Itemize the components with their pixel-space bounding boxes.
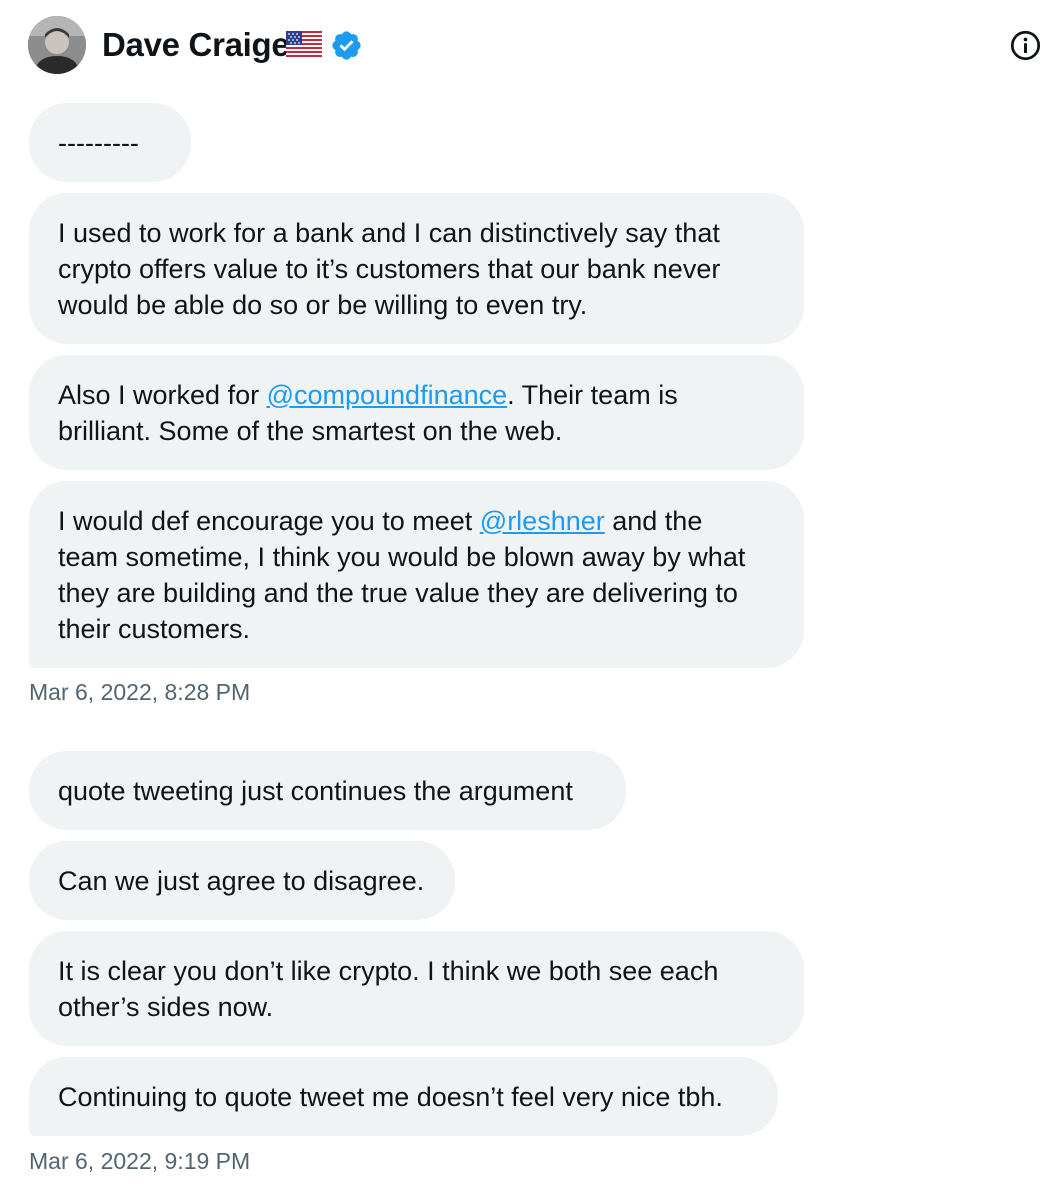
message-bubble[interactable]: Can we just agree to disagree.: [29, 841, 455, 920]
message-text: other’s sides now.: [58, 991, 274, 1022]
message-text: brilliant. Some of the smartest on the w…: [58, 415, 563, 446]
message-text: crypto offers value to it’s customers th…: [58, 253, 721, 284]
message-bubble[interactable]: Continuing to quote tweet me doesn’t fee…: [29, 1057, 778, 1136]
verified-badge-icon[interactable]: [330, 29, 363, 62]
message-text: Continuing to quote tweet me doesn’t fee…: [58, 1081, 723, 1112]
message-text-segment: Also I worked for: [58, 379, 267, 410]
message-bubble[interactable]: I used to work for a bank and I can dist…: [29, 193, 804, 344]
message-text: Also I worked for @compoundfinance. Thei…: [58, 377, 775, 413]
mention-link[interactable]: @rleshner: [480, 506, 605, 536]
message-timestamp: Mar 6, 2022, 8:28 PM: [29, 679, 251, 705]
dm-conversation: Dave Craige --------- I used to work for…: [0, 0, 1051, 1200]
mention-link[interactable]: @compoundfinance: [267, 380, 508, 410]
message-text: team sometime, I think you would be blow…: [58, 541, 746, 572]
contact-name[interactable]: Dave Craige: [102, 24, 290, 66]
message-text: would be able do so or be willing to eve…: [58, 289, 588, 320]
message-timestamp: Mar 6, 2022, 9:19 PM: [29, 1148, 251, 1174]
avatar[interactable]: [28, 16, 86, 74]
message-bubble[interactable]: quote tweeting just continues the argume…: [29, 751, 626, 830]
message-text-segment: I would def encourage you to meet: [58, 505, 480, 536]
message-bubble[interactable]: Also I worked for @compoundfinance. Thei…: [29, 355, 804, 470]
us-flag-icon: [286, 31, 322, 57]
message-text-segment: . Their team is: [507, 379, 678, 410]
message-text: I used to work for a bank and I can dist…: [58, 217, 720, 248]
message-text: quote tweeting just continues the argume…: [58, 775, 573, 806]
message-text: I would def encourage you to meet @rlesh…: [58, 503, 775, 539]
message-bubble[interactable]: It is clear you don’t like crypto. I thi…: [29, 931, 804, 1046]
message-text: It is clear you don’t like crypto. I thi…: [58, 955, 719, 986]
message-bubble[interactable]: I would def encourage you to meet @rlesh…: [29, 481, 804, 668]
conversation-header: Dave Craige: [0, 0, 1051, 92]
message-text: ---------: [58, 127, 139, 158]
info-icon[interactable]: [1009, 29, 1042, 62]
message-text: they are building and the true value the…: [58, 577, 738, 608]
message-text: their customers.: [58, 613, 251, 644]
message-text-segment: and the: [604, 505, 703, 536]
message-bubble[interactable]: ---------: [29, 103, 191, 182]
message-text: Can we just agree to disagree.: [58, 865, 425, 896]
